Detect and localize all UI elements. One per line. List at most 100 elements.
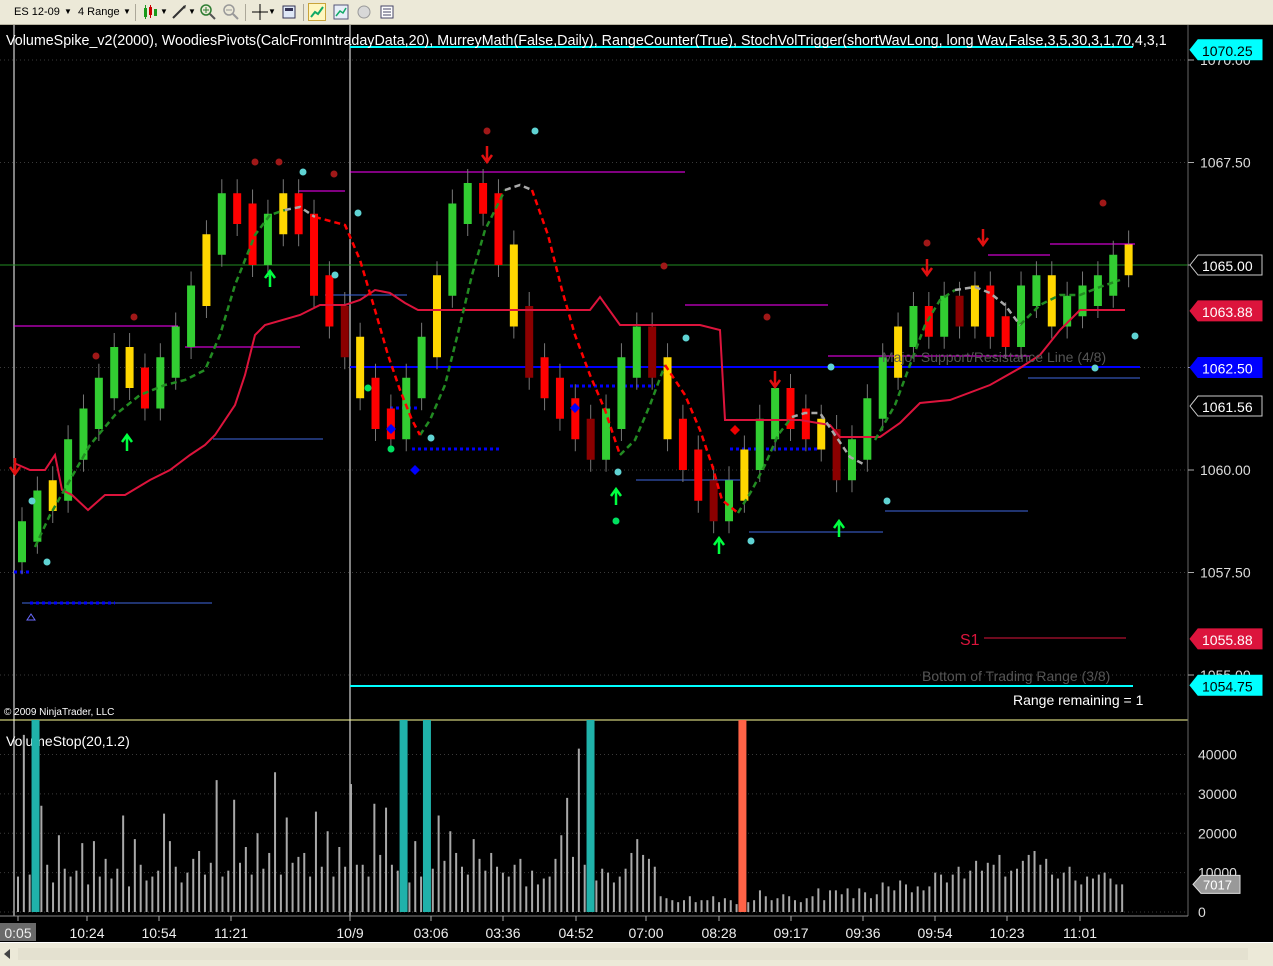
crosshair-dropdown-icon[interactable]: ▼	[268, 3, 276, 21]
green-signal-dot	[387, 445, 395, 453]
candle-body	[217, 193, 226, 255]
candle-body	[1109, 254, 1118, 296]
chart-trader-icon[interactable]	[308, 3, 326, 21]
candle-body	[632, 326, 641, 378]
volume-tick-label: 40000	[1198, 747, 1237, 763]
strategies-icon[interactable]	[355, 3, 373, 21]
green-signal-dot	[364, 384, 372, 392]
volume-spike-bar	[422, 720, 431, 912]
candle-body	[1047, 275, 1056, 327]
volume-spike-bar	[586, 720, 595, 912]
scroll-left-icon[interactable]	[4, 949, 10, 959]
candle-body	[125, 347, 134, 388]
period-dropdown-icon[interactable]: ▼	[123, 3, 131, 21]
horizontal-scrollbar[interactable]	[0, 942, 1273, 966]
candle-body	[417, 336, 426, 399]
signal-dot	[354, 209, 362, 217]
signal-dot	[1091, 364, 1099, 372]
signal-dot	[331, 271, 339, 279]
candle-body	[18, 521, 26, 563]
drawing-tool-icon[interactable]	[170, 3, 188, 21]
scrollbar-track[interactable]	[18, 948, 1248, 960]
signal-dot	[130, 313, 138, 321]
candle-body	[970, 285, 979, 327]
time-tick-label: 04:52	[558, 925, 593, 941]
time-tick-label: 10/9	[336, 925, 363, 941]
candle-body	[171, 326, 180, 378]
price-flag-label: 1063.88	[1202, 304, 1253, 320]
price-flag-label: 1055.88	[1202, 632, 1253, 648]
candle-body	[525, 306, 534, 378]
candle-body	[1124, 244, 1133, 276]
signal-dot	[531, 127, 539, 135]
candle-body	[1001, 316, 1010, 347]
candle-body	[740, 449, 749, 501]
candlestick-style-icon[interactable]	[141, 3, 159, 21]
chart-toolbar: ES 12-09 ▼ 4 Range ▼ ▼ ▼ ▼	[0, 0, 1273, 25]
signal-dot	[92, 352, 100, 360]
time-tick-label: 10:24	[69, 925, 104, 941]
price-and-volume-chart[interactable]: S1 Major Support/Resistance Line (4/8) B…	[0, 25, 1273, 942]
time-tick-label: 11:01	[1063, 925, 1097, 941]
candle-body	[263, 213, 272, 265]
volume-spike-bar	[399, 720, 408, 912]
time-tick-label: 10:54	[141, 925, 176, 941]
candle-body	[725, 480, 734, 522]
range-remaining-label: Range remaining = 1	[1013, 692, 1144, 708]
properties-icon[interactable]	[378, 3, 396, 21]
price-tick-label: 1060.00	[1200, 462, 1251, 478]
time-tick-label: 0:05	[4, 925, 31, 941]
zoom-out-icon[interactable]	[222, 3, 240, 21]
candle-body	[847, 439, 856, 481]
crosshair-icon[interactable]	[251, 3, 269, 21]
signal-dot	[763, 313, 771, 321]
candle-body	[110, 347, 119, 399]
candle-body	[463, 183, 472, 224]
zoom-in-icon[interactable]	[199, 3, 217, 21]
candle-body	[940, 295, 949, 337]
candle-body	[94, 377, 103, 429]
signal-dot	[330, 170, 338, 178]
toolbar-separator	[303, 4, 304, 21]
signal-dot	[251, 158, 259, 166]
signal-dot	[883, 497, 891, 505]
instrument-dropdown-icon[interactable]: ▼	[64, 3, 72, 21]
signal-dot	[483, 127, 491, 135]
time-tick-label: 08:28	[701, 925, 736, 941]
candle-body	[156, 357, 165, 409]
candle-body	[479, 183, 488, 214]
toolbar-separator	[135, 4, 136, 21]
instrument-selector[interactable]: ES 12-09	[14, 3, 60, 21]
period-selector[interactable]: 4 Range	[78, 3, 120, 21]
candle-body	[755, 418, 764, 470]
indicators-icon[interactable]	[332, 3, 350, 21]
candle-body	[1093, 275, 1102, 306]
time-tick-label: 09:54	[917, 925, 952, 941]
candle-body	[924, 306, 933, 337]
candle-body	[1017, 285, 1026, 347]
candle-body	[356, 336, 365, 399]
time-tick-label: 03:06	[413, 925, 448, 941]
candle-body	[863, 398, 872, 460]
chart-style-dropdown-icon[interactable]: ▼	[160, 3, 168, 21]
price-flag-label: 1070.25	[1202, 43, 1253, 59]
candle-body	[279, 193, 288, 235]
candle-body	[509, 244, 518, 327]
data-box-icon[interactable]	[280, 3, 298, 21]
time-tick-label: 10:23	[989, 925, 1024, 941]
candle-body	[432, 275, 441, 358]
candle-body	[233, 193, 242, 224]
green-signal-dot	[612, 517, 620, 525]
candle-body	[340, 306, 349, 358]
price-flag-label: 1061.56	[1202, 399, 1253, 415]
drawing-dropdown-icon[interactable]: ▼	[188, 3, 196, 21]
candle-body	[602, 408, 611, 460]
candle-body	[140, 367, 149, 409]
volume-tick-label: 0	[1198, 904, 1206, 920]
s1-label: S1	[960, 632, 980, 649]
candle-body	[79, 408, 88, 460]
volume-tick-label: 30000	[1198, 786, 1237, 802]
volume-spike-bar	[738, 720, 747, 912]
candle-body	[694, 449, 703, 501]
candle-body	[325, 275, 334, 327]
